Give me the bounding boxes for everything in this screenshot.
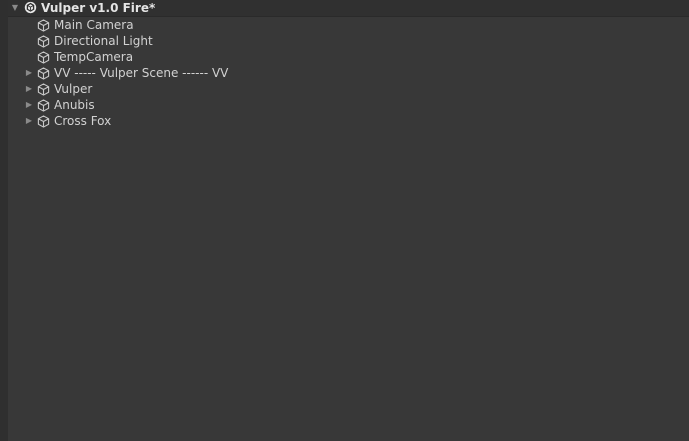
hierarchy-item-label: TempCamera <box>54 50 134 64</box>
hierarchy-tree: ▼ Vulper v1.0 Fire* Main Camera Directio… <box>8 0 689 129</box>
expand-arrow-icon[interactable]: ▶ <box>23 65 35 81</box>
gameobject-cube-icon <box>37 19 50 32</box>
gameobject-cube-icon <box>37 99 50 112</box>
gameobject-cube-icon <box>37 115 50 128</box>
hierarchy-item-label: Anubis <box>54 98 95 112</box>
scene-expand-arrow-icon[interactable]: ▼ <box>9 0 21 16</box>
hierarchy-item-label: Cross Fox <box>54 114 112 128</box>
scene-name: Vulper v1.0 Fire* <box>41 1 156 15</box>
hierarchy-item-cross-fox[interactable]: ▶ Cross Fox <box>8 113 689 129</box>
gameobject-cube-icon <box>37 35 50 48</box>
hierarchy-panel: ▼ Vulper v1.0 Fire* Main Camera Directio… <box>0 0 689 441</box>
hierarchy-item-tempcamera[interactable]: TempCamera <box>8 49 689 65</box>
left-gutter <box>0 0 8 441</box>
gameobject-cube-icon <box>37 83 50 96</box>
scene-row[interactable]: ▼ Vulper v1.0 Fire* <box>8 0 689 17</box>
hierarchy-item-label: Main Camera <box>54 18 134 32</box>
gameobject-cube-icon <box>37 51 50 64</box>
expand-arrow-icon[interactable]: ▶ <box>23 113 35 129</box>
hierarchy-item-label: Directional Light <box>54 34 153 48</box>
expand-arrow-icon[interactable]: ▶ <box>23 97 35 113</box>
hierarchy-item-directional-light[interactable]: Directional Light <box>8 33 689 49</box>
expand-arrow-icon[interactable]: ▶ <box>23 81 35 97</box>
hierarchy-item-vulper[interactable]: ▶ Vulper <box>8 81 689 97</box>
unity-scene-icon <box>24 1 37 14</box>
gameobject-cube-icon <box>37 67 50 80</box>
hierarchy-item-main-camera[interactable]: Main Camera <box>8 17 689 33</box>
hierarchy-item-anubis[interactable]: ▶ Anubis <box>8 97 689 113</box>
hierarchy-item-vv-vulper-scene[interactable]: ▶ VV ----- Vulper Scene ------ VV <box>8 65 689 81</box>
hierarchy-item-label: VV ----- Vulper Scene ------ VV <box>54 66 229 80</box>
hierarchy-item-label: Vulper <box>54 82 93 96</box>
